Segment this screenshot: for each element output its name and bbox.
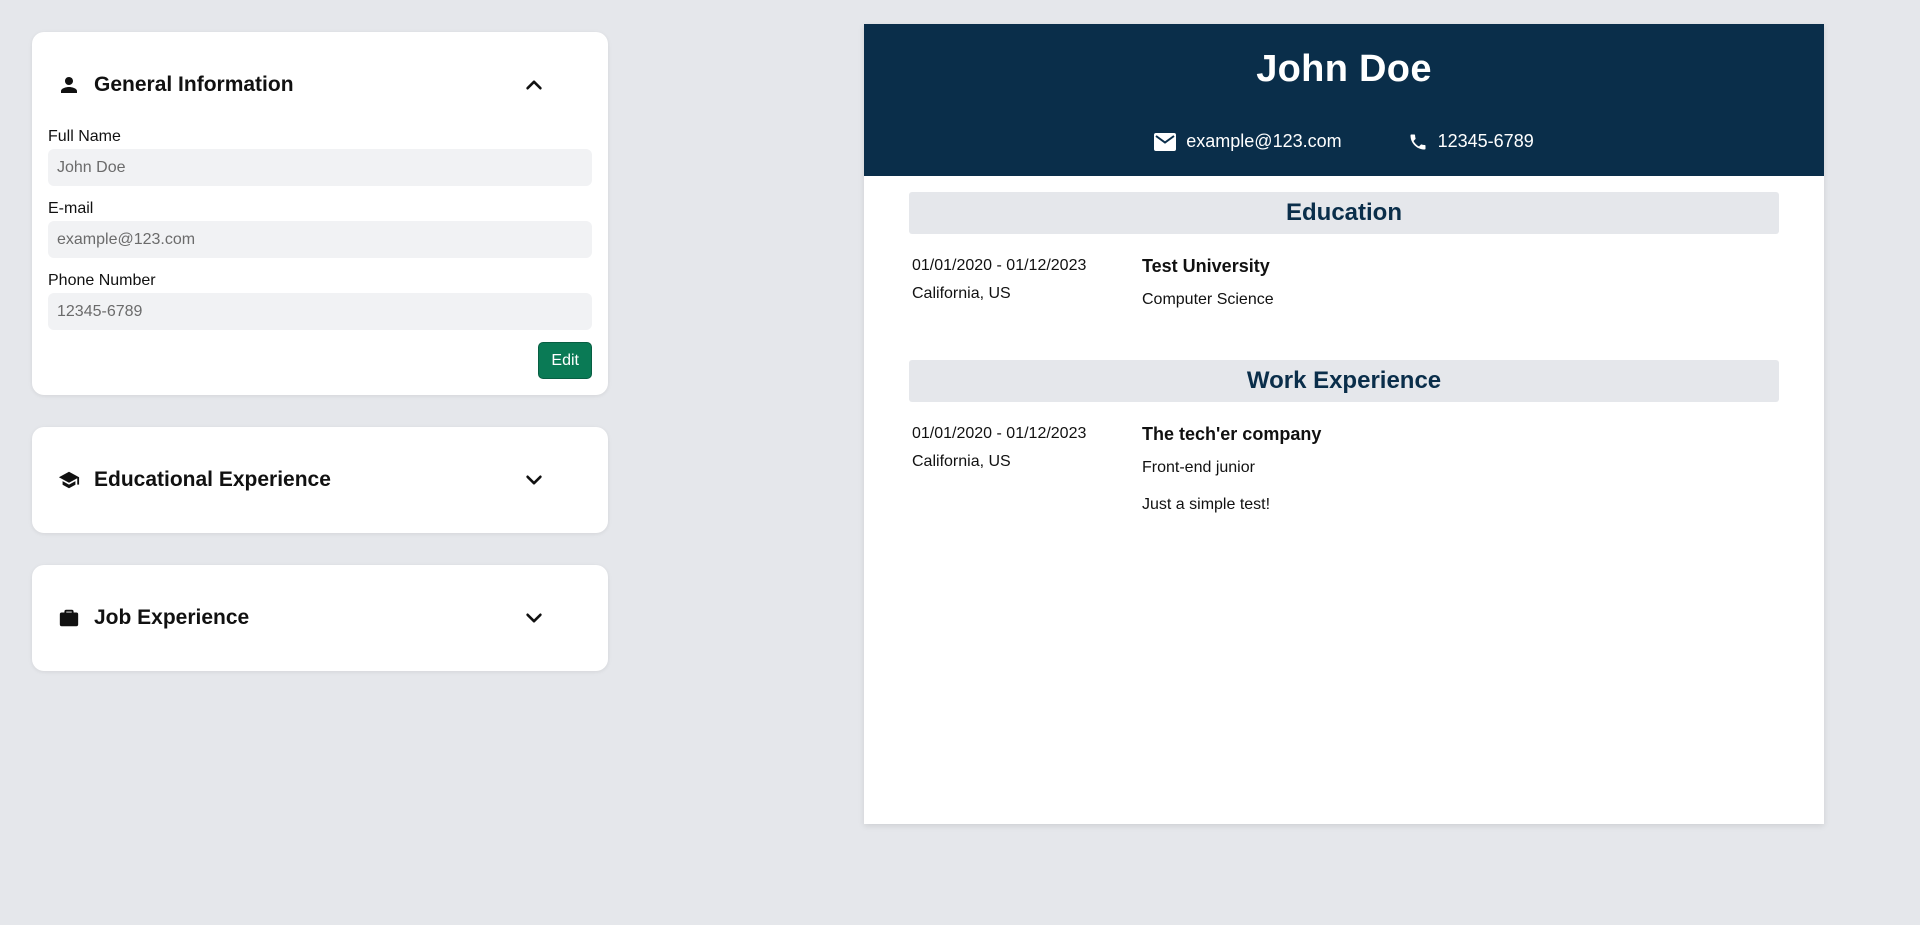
cv-education-heading: Education: [909, 192, 1779, 234]
entry-dates: 01/01/2020 - 01/12/2023: [912, 425, 1087, 442]
education-title: Educational Experience: [94, 468, 331, 491]
entry-study: Computer Science: [1142, 291, 1274, 308]
full-name-label: Full Name: [48, 128, 121, 145]
entry-location: California, US: [912, 453, 1011, 470]
cv-work-heading: Work Experience: [909, 360, 1779, 402]
cv-work-entry: 01/01/2020 - 01/12/2023 California, US T…: [909, 402, 1779, 517]
cv-phone: 12345-6789: [1408, 131, 1534, 152]
full-name-input[interactable]: [48, 149, 592, 186]
entry-details: The tech'er company Front-end junior Jus…: [1142, 420, 1776, 517]
education-card: Educational Experience: [32, 427, 608, 533]
job-card: Job Experience: [32, 565, 608, 671]
entry-details: Test University Computer Science: [1142, 252, 1776, 312]
phone-label: Phone Number: [48, 272, 156, 289]
education-header[interactable]: Educational Experience: [32, 427, 608, 533]
editor-panel: General Information Full Name E-mail Pho…: [32, 32, 608, 703]
entry-company: The tech'er company: [1142, 424, 1322, 444]
phone-input[interactable]: [48, 293, 592, 330]
entry-position: Front-end junior: [1142, 459, 1255, 476]
general-info-form: Full Name E-mail Phone Number Edit: [32, 124, 608, 395]
email-input[interactable]: [48, 221, 592, 258]
cv-email-text: example@123.com: [1186, 131, 1342, 151]
cv-contacts: example@123.com 12345-6789: [864, 131, 1824, 152]
cv-work-section: Work Experience 01/01/2020 - 01/12/2023 …: [909, 360, 1779, 517]
job-header[interactable]: Job Experience: [32, 565, 608, 671]
cv-name: John Doe: [1256, 48, 1432, 90]
person-icon: [58, 74, 80, 96]
general-info-title: General Information: [94, 73, 294, 96]
cv-education-entry: 01/01/2020 - 01/12/2023 California, US T…: [909, 234, 1779, 312]
edit-button[interactable]: Edit: [538, 342, 592, 379]
entry-location: California, US: [912, 285, 1011, 302]
entry-school: Test University: [1142, 256, 1270, 276]
job-title: Job Experience: [94, 606, 250, 629]
entry-meta: 01/01/2020 - 01/12/2023 California, US: [912, 252, 1142, 312]
briefcase-icon: [58, 607, 80, 629]
mail-icon: [1154, 132, 1177, 151]
cv-email: example@123.com: [1154, 131, 1342, 152]
email-label: E-mail: [48, 200, 94, 217]
general-info-header[interactable]: General Information: [32, 32, 608, 138]
cv-education-section: Education 01/01/2020 - 01/12/2023 Califo…: [909, 192, 1779, 312]
chevron-down-icon[interactable]: [522, 606, 546, 630]
cv-header: John Doe example@123.com 12345-6789: [864, 24, 1824, 176]
cv-phone-text: 12345-6789: [1437, 131, 1534, 151]
email-field: E-mail: [48, 200, 592, 258]
chevron-down-icon[interactable]: [522, 468, 546, 492]
entry-dates: 01/01/2020 - 01/12/2023: [912, 257, 1087, 274]
chevron-up-icon[interactable]: [522, 73, 546, 97]
form-actions: Edit: [48, 342, 592, 379]
phone-icon: [1408, 132, 1428, 152]
entry-meta: 01/01/2020 - 01/12/2023 California, US: [912, 420, 1142, 517]
general-info-card: General Information Full Name E-mail Pho…: [32, 32, 608, 395]
page: General Information Full Name E-mail Pho…: [0, 0, 1920, 925]
cv-preview: John Doe example@123.com 12345-6789 Educ…: [864, 24, 1824, 824]
full-name-field: Full Name: [48, 128, 592, 186]
graduation-cap-icon: [58, 469, 80, 491]
phone-field: Phone Number: [48, 272, 592, 330]
entry-description: Just a simple test!: [1142, 496, 1271, 513]
